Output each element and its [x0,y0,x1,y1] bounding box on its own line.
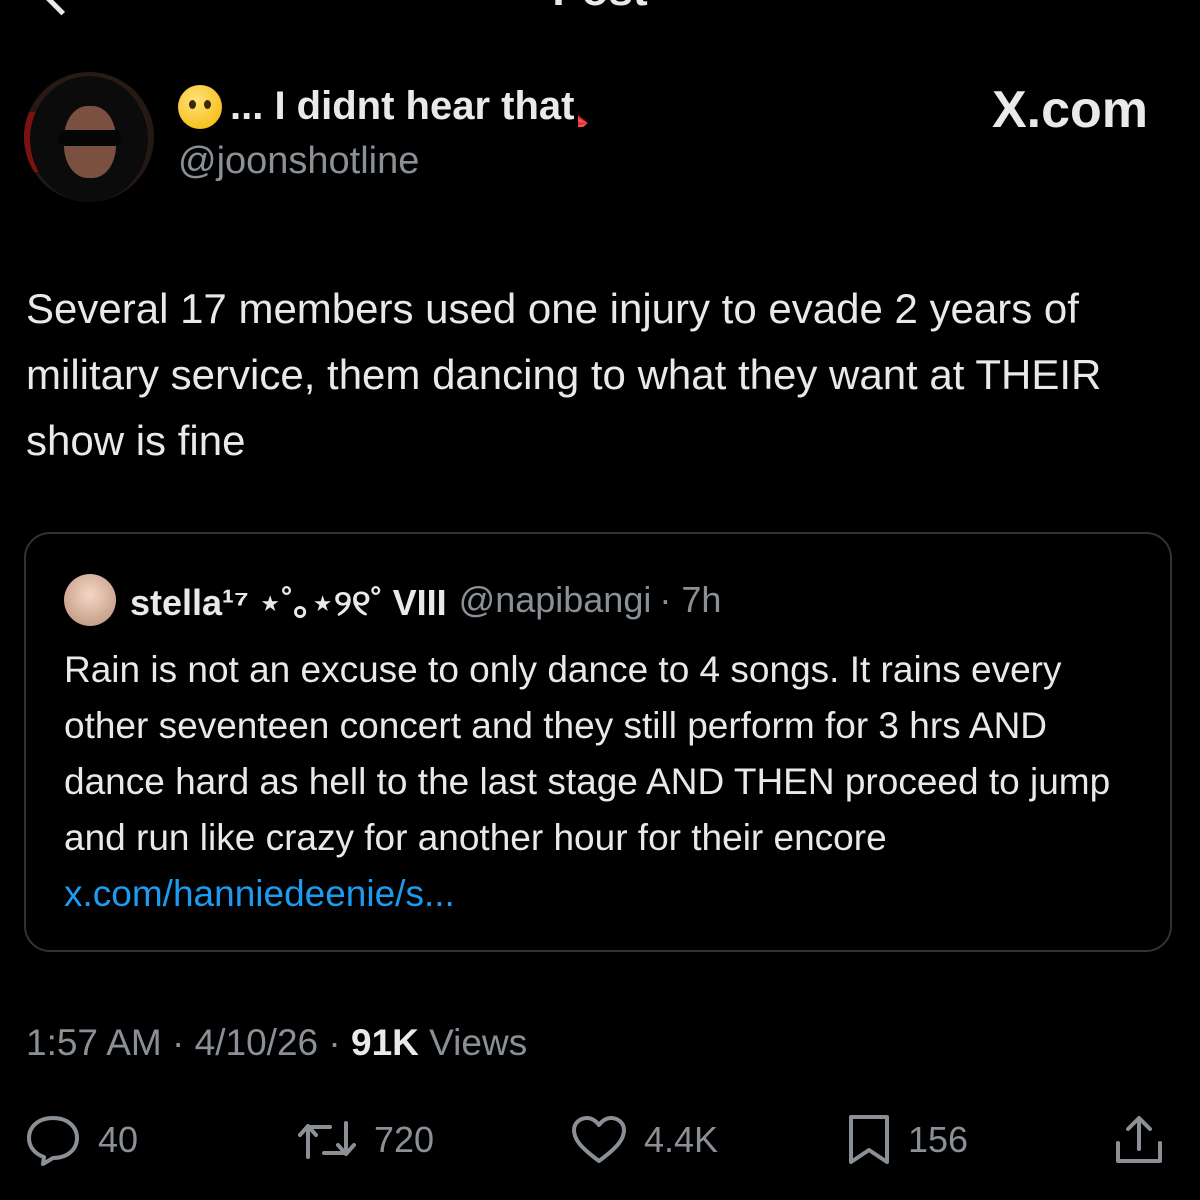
quoted-author-avatar[interactable] [64,574,116,626]
page-title: Post [0,0,1200,16]
bookmark-count: 156 [908,1119,969,1160]
quoted-post-text: Rain is not an excuse to only dance to 4… [64,642,1144,922]
share-button[interactable] [1112,1110,1166,1170]
bookmark-icon [849,1115,889,1164]
avatar-sunglasses [58,130,122,146]
author-display-name[interactable]: ... I didnt hear that [178,84,627,129]
post-text: Several 17 members used one injury to ev… [26,285,1102,464]
reply-count: 40 [98,1119,139,1160]
top-bar: Post [0,0,1200,20]
meta-separator: · [172,1022,195,1063]
repost-count: 720 [374,1119,435,1160]
post-date: 4/10/26 [194,1022,319,1063]
author-avatar[interactable] [24,72,154,202]
action-bar: 40 720 4.4K 156 [0,1110,1200,1170]
heart-icon [572,1116,626,1163]
quoted-post-body: Rain is not an excuse to only dance to 4… [64,649,1111,858]
folding-fan-emoji-icon [578,86,627,127]
x-logo-watermark: X.com [991,81,1148,139]
quoted-post-header: stella¹⁷ ⋆˚｡⋆୨୧˚ VIII @napibangi · 7h [64,574,721,626]
quoted-post-card[interactable]: stella¹⁷ ⋆˚｡⋆୨୧˚ VIII @napibangi · 7h Ra… [24,532,1172,952]
like-button[interactable]: 4.4K [570,1110,718,1170]
quoted-post-time: · 7h [659,579,722,620]
share-icon [1116,1116,1162,1163]
raised-eyebrow-emoji-icon [178,84,222,129]
quoted-author-handle[interactable]: @napibangi [459,579,652,621]
reply-button[interactable]: 40 [24,1110,138,1170]
repost-button[interactable]: 720 [296,1110,434,1170]
like-count: 4.4K [644,1119,719,1160]
repost-icon [298,1121,356,1159]
quoted-post-link[interactable]: x.com/hanniedeenie/s... [64,873,455,914]
views-label: Views [429,1022,528,1063]
bookmark-button[interactable]: 156 [846,1110,968,1170]
post-time: 1:57 AM [26,1022,162,1063]
author-handle[interactable]: @joonshotline [178,140,419,183]
meta-separator: · [328,1022,351,1063]
reply-icon [27,1116,79,1166]
views-count: 91K [351,1022,419,1063]
quoted-author-name[interactable]: stella¹⁷ ⋆˚｡⋆୨୧˚ VIII [130,574,447,626]
author-display-name-text: ... I didnt hear that [230,84,575,128]
post-metadata: 1:57 AM · 4/10/26 · 91K Views [26,1022,527,1064]
